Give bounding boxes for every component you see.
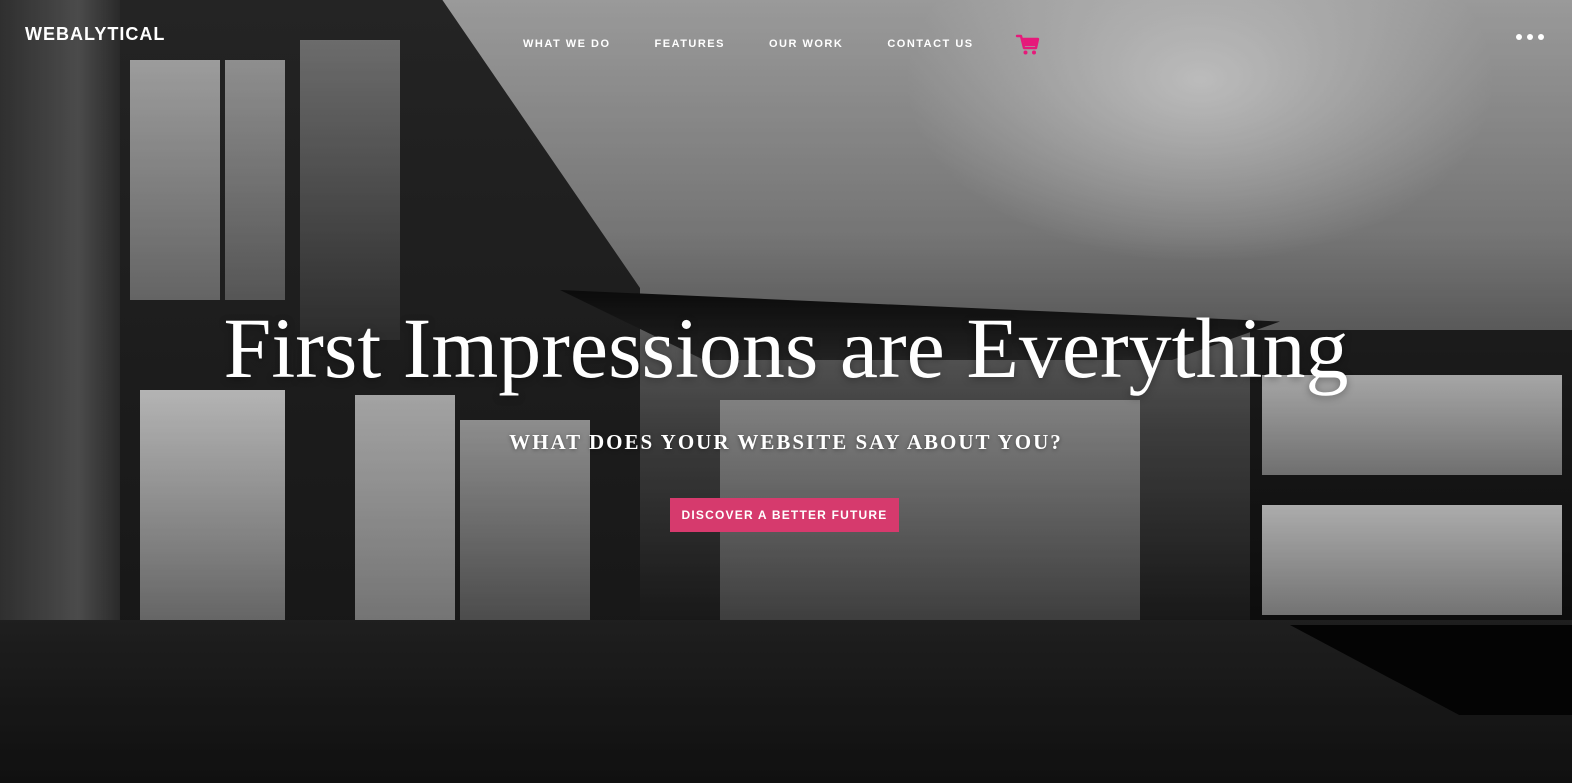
nav-link-contact-us[interactable]: CONTACT US	[865, 35, 995, 53]
menu-dot	[1538, 34, 1544, 40]
shopping-cart-icon-svg	[1015, 34, 1040, 55]
site-logo[interactable]: WEBALYTICAL	[25, 24, 165, 45]
nav-link-features[interactable]: FEATURES	[633, 35, 747, 53]
hero-subheadline: WHAT DOES YOUR WEBSITE SAY ABOUT YOU?	[509, 430, 1063, 454]
discover-button[interactable]: DISCOVER A BETTER FUTURE	[670, 498, 899, 532]
main-nav: WHAT WE DO FEATURES OUR WORK CONTACT US	[501, 35, 996, 53]
more-menu-icon[interactable]	[1516, 30, 1544, 44]
hero-headline: First Impressions are Everything	[223, 300, 1349, 396]
shopping-cart-icon[interactable]	[1015, 32, 1041, 58]
hero-section: WEBALYTICAL WHAT WE DO FEATURES OUR WORK…	[0, 0, 1572, 783]
site-header: WEBALYTICAL WHAT WE DO FEATURES OUR WORK…	[0, 0, 1572, 80]
menu-dot	[1527, 34, 1533, 40]
nav-link-our-work[interactable]: OUR WORK	[747, 35, 865, 53]
nav-link-what-we-do[interactable]: WHAT WE DO	[501, 35, 633, 53]
menu-dot	[1516, 34, 1522, 40]
